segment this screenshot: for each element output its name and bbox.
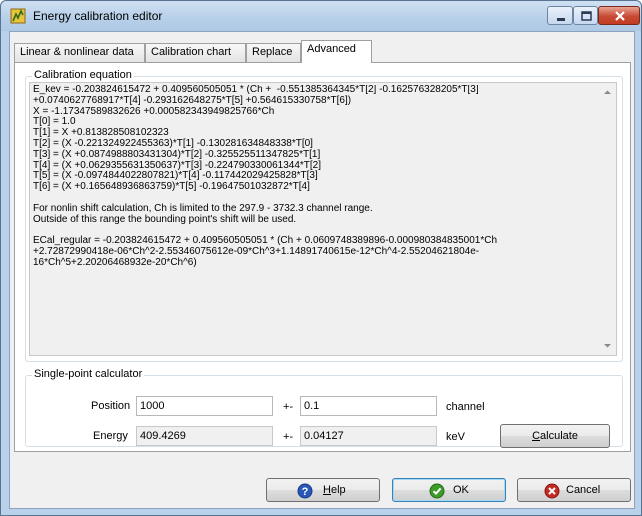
maximize-button[interactable]: [573, 6, 598, 25]
position-plusminus: +-: [283, 401, 294, 413]
tab-replace[interactable]: Replace: [246, 43, 301, 62]
cancel-button[interactable]: Cancel: [517, 478, 631, 502]
help-accelerator: H: [323, 484, 331, 496]
ok-label: OK: [453, 484, 469, 496]
position-error-input[interactable]: 0.1: [300, 396, 437, 416]
energy-unit: keV: [446, 431, 465, 443]
energy-error-output: 0.04127: [300, 426, 437, 446]
calibration-app-icon: [10, 8, 26, 24]
single-point-calculator-label: Single-point calculator: [32, 368, 145, 380]
energy-label: Energy: [93, 430, 128, 442]
equation-scrollbar[interactable]: [599, 83, 616, 355]
energy-plusminus: +-: [283, 431, 294, 443]
tab-linear-nonlinear[interactable]: Linear & nonlinear data: [14, 43, 145, 62]
close-icon: [615, 11, 625, 21]
editor-window: Energy calibration editor Linear & nonli…: [0, 0, 642, 516]
position-input[interactable]: 1000: [136, 396, 273, 416]
scroll-down-icon[interactable]: [603, 341, 612, 350]
dialog-client: Linear & nonlinear data Calibration char…: [9, 31, 635, 509]
calculate-accelerator: C: [532, 430, 541, 442]
close-button[interactable]: [598, 6, 640, 25]
help-button[interactable]: ? Help: [266, 478, 380, 502]
title-bar[interactable]: Energy calibration editor: [1, 1, 641, 31]
position-label: Position: [91, 400, 131, 412]
tab-advanced[interactable]: Advanced: [301, 40, 372, 63]
minimize-icon: [557, 18, 565, 21]
window-title: Energy calibration editor: [33, 9, 163, 23]
help-label: elp: [330, 484, 346, 496]
scroll-up-icon[interactable]: [603, 88, 612, 97]
calibration-equation-textbox[interactable]: E_kev = -0.203824615472 + 0.409560505051…: [29, 82, 617, 356]
position-unit: channel: [446, 401, 485, 413]
calculate-button[interactable]: Calculate: [500, 424, 610, 448]
calibration-equation-text: E_kev = -0.203824615472 + 0.409560505051…: [33, 85, 498, 268]
svg-text:?: ?: [302, 486, 309, 498]
tab-label: Calibration chart: [151, 46, 232, 58]
calibration-equation-label: Calibration equation: [32, 69, 134, 81]
cancel-label: Cancel: [566, 484, 601, 496]
maximize-icon: [581, 11, 592, 21]
calculate-label: alculate: [540, 430, 578, 442]
tab-calibration-chart[interactable]: Calibration chart: [145, 43, 246, 62]
ok-checkmark-icon: [429, 483, 445, 499]
advanced-tab-panel: Calibration equation E_kev = -0.20382461…: [14, 62, 631, 452]
ok-button[interactable]: OK: [392, 478, 506, 502]
help-icon: ?: [297, 483, 313, 499]
cancel-x-icon: [544, 483, 560, 499]
energy-output: 409.4269: [136, 426, 273, 446]
tab-label: Advanced: [307, 43, 356, 55]
tab-label: Linear & nonlinear data: [20, 46, 134, 58]
tab-label: Replace: [252, 46, 293, 58]
minimize-button[interactable]: [547, 6, 573, 25]
